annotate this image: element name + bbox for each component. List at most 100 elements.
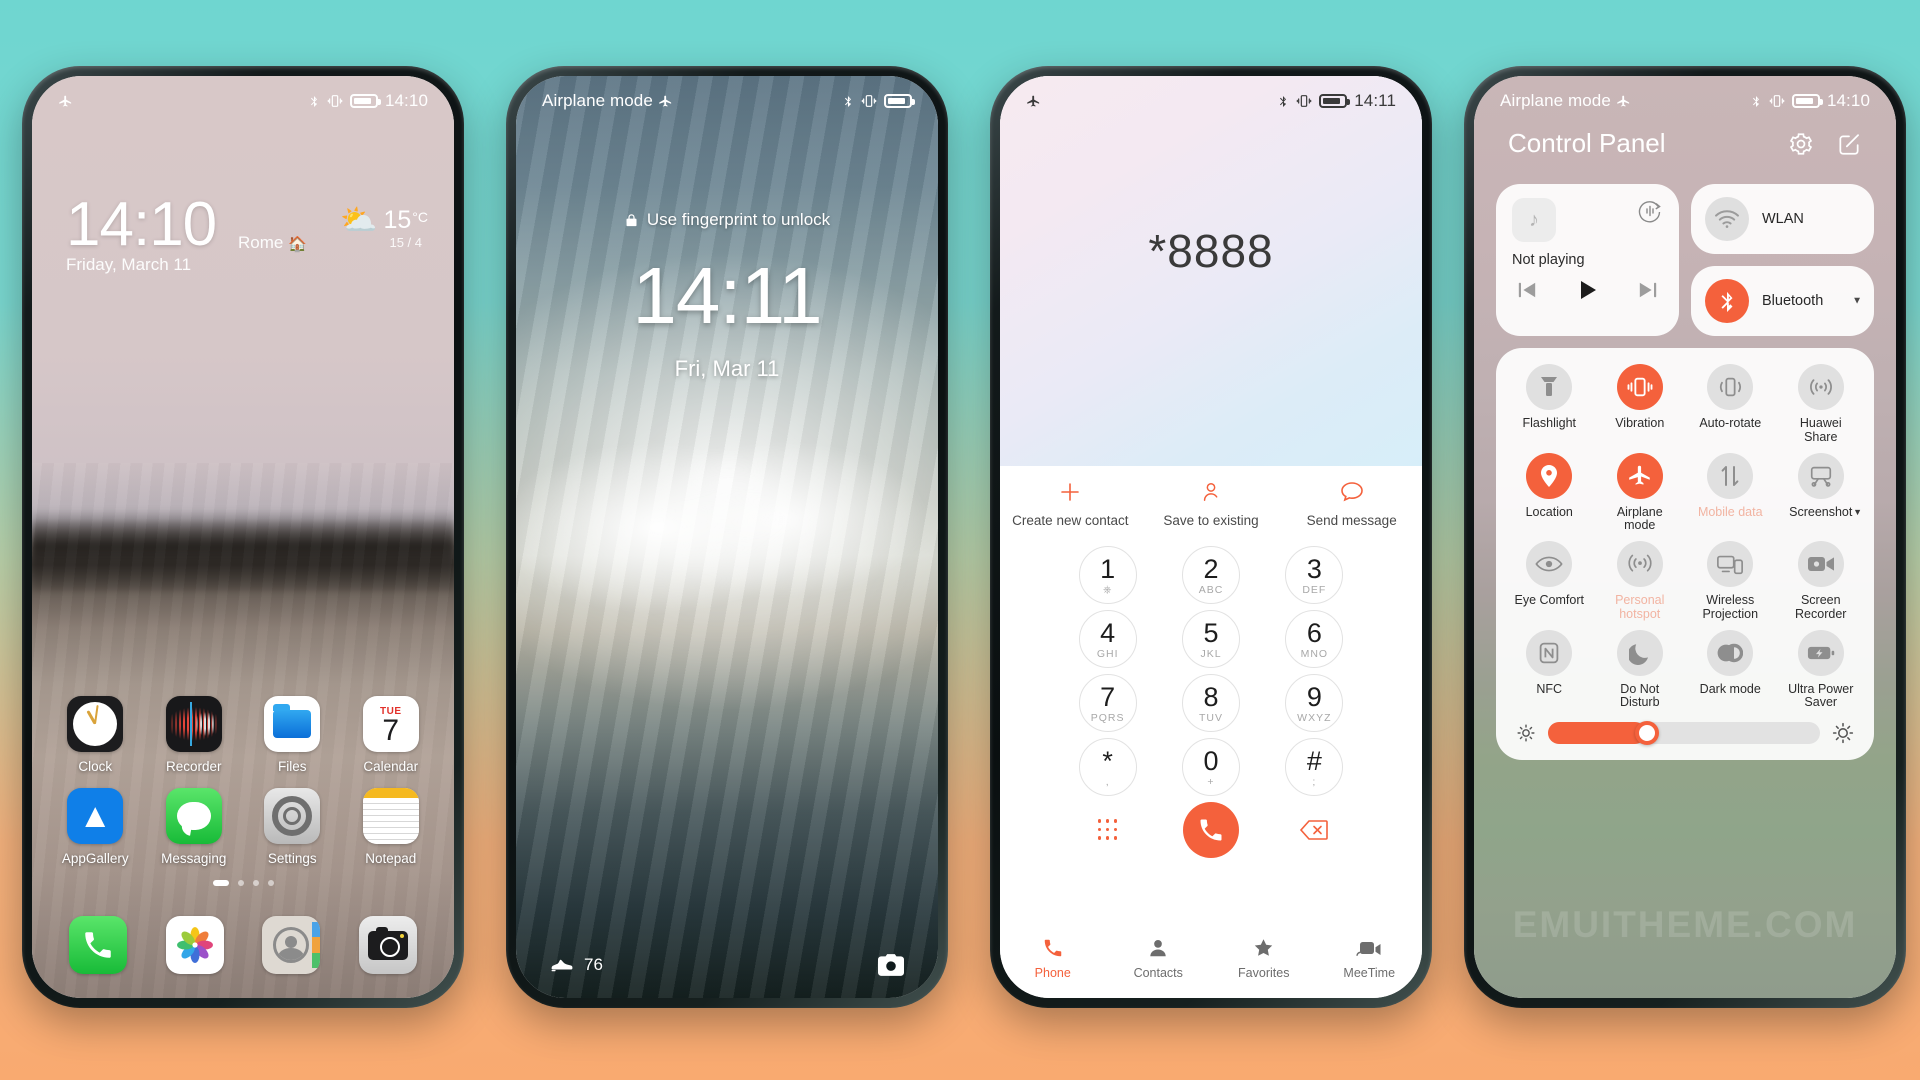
toggle-screenshot[interactable]: Screenshot ▼ [1776,452,1867,534]
key-9[interactable]: 9 WXYZ [1285,674,1344,732]
toggle-ultra-power-saver[interactable]: Ultra Power Saver [1776,629,1867,711]
app-clock[interactable]: Clock [46,696,145,774]
unlock-hint[interactable]: Use fingerprint to unlock [516,210,938,230]
weather-unit: °C [412,208,428,225]
app-settings[interactable]: Settings [243,788,342,866]
status-bar-dialer: 14:11 [1000,76,1422,120]
quick-toggles-grid: Flashlight Vibration Auto-rotate Huawei … [1504,364,1866,710]
toggle-screen-recorder[interactable]: Screen Recorder [1776,541,1867,622]
app-row-1: Clock Recorder Files TUE 7 Calendar [32,696,454,774]
tile-wlan[interactable]: WLAN [1691,184,1874,254]
airplane-icon [1026,94,1041,109]
appgallery-app-icon: ▲ [67,788,124,844]
tab-favorites[interactable]: Favorites [1211,936,1317,980]
save-to-existing-button[interactable]: Save to existing [1141,480,1282,528]
previous-icon[interactable] [1516,280,1538,300]
tile-label: WLAN [1762,210,1804,227]
files-app-icon [264,696,321,752]
app-calendar[interactable]: TUE 7 Calendar [342,696,441,774]
toggle-personal-hotspot[interactable]: Personal hotspot [1595,541,1686,622]
call-button[interactable] [1182,802,1239,858]
key-7[interactable]: 7 PQRS [1078,674,1137,732]
toggle-do-not-disturb[interactable]: Do Not Disturb [1595,629,1686,711]
key-5[interactable]: 5 JKL [1181,610,1240,668]
app-notepad[interactable]: Notepad [342,788,441,866]
toggle-vibration[interactable]: Vibration [1595,364,1686,445]
app-recorder[interactable]: Recorder [145,696,244,774]
dialed-number[interactable]: *8888 [1148,224,1273,278]
step-counter[interactable]: 76 [550,955,603,975]
key-1[interactable]: 1 ⎈ [1078,546,1137,604]
toggle-nfc[interactable]: NFC [1504,629,1595,711]
key-star[interactable]: *, [1078,738,1137,796]
status-time: 14:10 [1826,91,1870,110]
bluetooth-icon [1705,279,1749,323]
key-hash[interactable]: #; [1285,738,1344,796]
bluetooth-icon [1277,93,1289,109]
status-bar-control-panel: Airplane mode 14:10 [1474,76,1896,120]
action-label: Save to existing [1163,513,1259,528]
home-clock-widget[interactable]: 14:10 Rome 🏠 Friday, March 11 [66,194,307,275]
contacts-app-icon[interactable] [262,916,321,974]
photos-app-icon[interactable] [165,916,224,974]
tab-phone[interactable]: Phone [1000,936,1106,980]
toggle-wireless-projection[interactable]: Wireless Projection [1685,541,1776,622]
phone-app-icon[interactable] [69,916,128,974]
key-4[interactable]: 4 GHI [1078,610,1137,668]
tab-meetime[interactable]: MeeTime [1317,936,1423,980]
media-card[interactable]: ♪ Not playing [1496,184,1679,336]
play-icon[interactable] [1576,278,1600,302]
delete-button[interactable] [1299,819,1329,841]
app-label: Recorder [165,759,222,774]
page-indicator[interactable] [32,880,454,886]
key-8[interactable]: 8 TUV [1181,674,1240,732]
camera-shortcut[interactable] [878,954,904,976]
lock-date: Fri, Mar 11 [674,356,780,381]
key-3[interactable]: 3 DEF [1285,546,1344,604]
cast-audio-icon[interactable] [1637,198,1663,224]
toggle-location[interactable]: Location [1504,452,1595,534]
toggle-huawei-share[interactable]: Huawei Share [1776,364,1867,445]
toggle-label: Personal hotspot [1615,593,1665,621]
brightness-control[interactable] [1504,710,1866,750]
key-sub: MNO [1300,647,1329,660]
tab-contacts[interactable]: Contacts [1106,936,1212,980]
key-sub: WXYZ [1297,711,1332,724]
edit-icon[interactable] [1836,131,1862,157]
toggle-mobile-data[interactable]: Mobile data [1685,452,1776,534]
camera-app-icon[interactable] [358,916,417,974]
toggle-flashlight[interactable]: Flashlight [1504,364,1595,445]
ultra-power-saver-icon [1797,629,1844,676]
brightness-slider-knob[interactable] [1634,721,1659,745]
calendar-date: 7 [382,714,400,748]
toggle-label: Airplane mode [1616,504,1663,533]
auto-rotate-icon [1707,364,1754,410]
toggle-airplane-mode[interactable]: Airplane mode [1595,452,1686,534]
tile-bluetooth[interactable]: Bluetooth ▼ [1691,266,1874,336]
key-6[interactable]: 6 MNO [1285,610,1344,668]
recorder-app-icon [165,696,222,752]
key-0[interactable]: 0 + [1181,738,1240,796]
flashlight-icon [1526,364,1573,410]
key-sub: ABC [1198,583,1224,596]
app-messaging[interactable]: Messaging [145,788,244,866]
send-message-button[interactable]: Send message [1281,480,1422,528]
gear-icon[interactable] [1788,131,1814,157]
keypad-dots-icon[interactable] [1097,819,1118,841]
weather-temp: 15 [383,206,412,234]
next-icon[interactable] [1637,280,1659,300]
weather-widget[interactable]: ⛅ 15°C 15 / 4 [340,206,428,251]
app-files[interactable]: Files [243,696,342,774]
brightness-slider[interactable] [1548,721,1820,745]
battery-icon [1791,94,1823,108]
chevron-down-icon[interactable]: ▼ [1852,296,1862,307]
app-appgallery[interactable]: ▲ AppGallery [46,788,145,866]
create-new-contact-button[interactable]: Create new contact [1000,480,1141,528]
toggle-auto-rotate[interactable]: Auto-rotate [1685,364,1776,445]
tab-label: Contacts [1133,966,1183,980]
key-2[interactable]: 2 ABC [1181,546,1240,604]
chevron-down-icon[interactable]: ▼ [1853,507,1862,517]
lock-bottom-bar: 76 [516,954,938,976]
toggle-eye-comfort[interactable]: Eye Comfort [1504,541,1595,622]
toggle-dark-mode[interactable]: Dark mode [1685,629,1776,711]
